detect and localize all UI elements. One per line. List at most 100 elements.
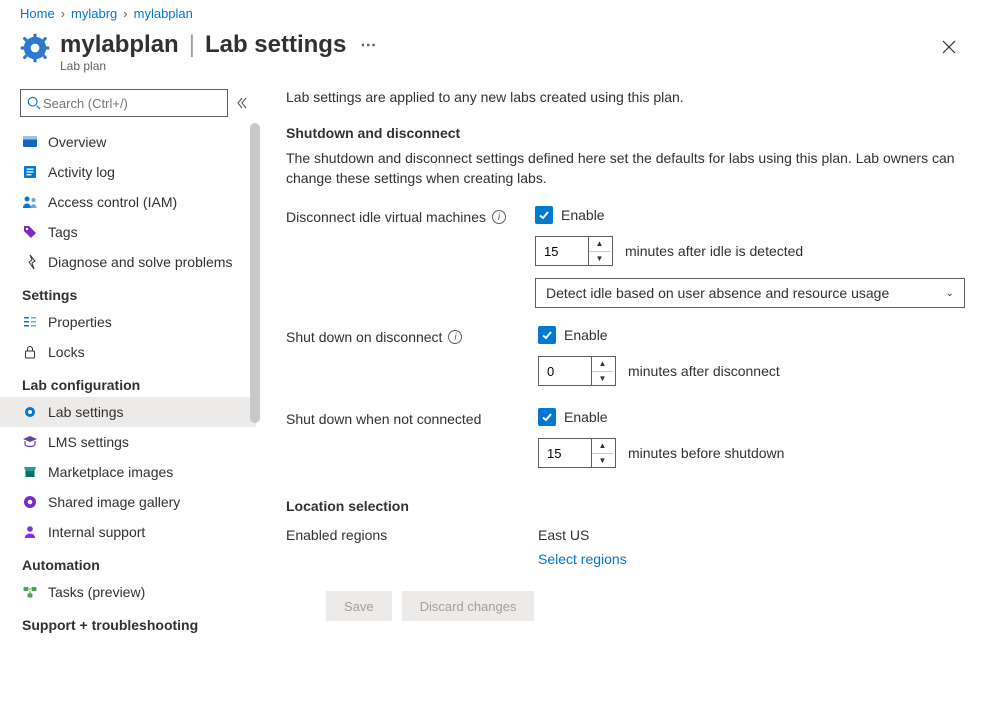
iam-icon <box>22 194 38 210</box>
tasks-icon <box>22 584 38 600</box>
sidebar-item-label: Diagnose and solve problems <box>48 254 232 270</box>
sidebar-item-label: Tasks (preview) <box>48 584 145 600</box>
sig-icon <box>22 494 38 510</box>
sidebar-item-locks[interactable]: Locks <box>0 337 256 367</box>
breadcrumb-item-rg[interactable]: mylabrg <box>71 6 117 21</box>
not-connected-minutes-spinner[interactable]: ▲ ▼ <box>538 438 616 468</box>
resource-name: mylabplan <box>60 31 179 59</box>
sidebar-item-label: LMS settings <box>48 434 129 450</box>
spinner-up-button[interactable]: ▲ <box>589 237 610 252</box>
page-title: Lab settings <box>205 31 346 59</box>
sidebar-item-label: Tags <box>48 224 78 240</box>
not-connected-minutes-suffix: minutes before shutdown <box>628 445 784 461</box>
breadcrumb: Home › mylabrg › mylabplan <box>0 0 985 21</box>
spinner-up-button[interactable]: ▲ <box>592 357 613 372</box>
spinner-up-button[interactable]: ▲ <box>592 439 613 454</box>
disconnect-minutes-spinner[interactable]: ▲ ▼ <box>538 356 616 386</box>
properties-icon <box>22 314 38 330</box>
lock-icon <box>22 344 38 360</box>
idle-minutes-spinner[interactable]: ▲ ▼ <box>535 236 613 266</box>
title-separator: | <box>189 31 195 59</box>
collapse-sidebar-button[interactable] <box>236 94 248 112</box>
search-input[interactable] <box>41 95 221 112</box>
sidebar-item-label: Shared image gallery <box>48 494 180 510</box>
sidebar-item-properties[interactable]: Properties <box>0 307 256 337</box>
breadcrumb-item-plan[interactable]: mylabplan <box>134 6 193 21</box>
idle-minutes-input[interactable] <box>536 237 588 265</box>
sidebar-item-label: Lab settings <box>48 404 124 420</box>
activity-log-icon <box>22 164 38 180</box>
spinner-down-button[interactable]: ▼ <box>589 252 610 266</box>
support-icon <box>22 524 38 540</box>
sidebar-item-label: Activity log <box>48 164 115 180</box>
shutdown-heading: Shutdown and disconnect <box>286 125 965 141</box>
search-box[interactable] <box>20 89 228 117</box>
select-regions-link[interactable]: Select regions <box>538 551 627 567</box>
sidebar-item-diagnose[interactable]: Diagnose and solve problems <box>0 247 256 277</box>
shutdown-not-connected-label: Shut down when not connected <box>286 411 481 427</box>
sidebar-item-lab-settings[interactable]: Lab settings <box>0 397 256 427</box>
sidebar-item-lms-settings[interactable]: LMS settings <box>0 427 256 457</box>
discard-changes-button[interactable]: Discard changes <box>402 591 535 621</box>
search-icon <box>27 96 41 110</box>
shutdown-not-connected-enable-checkbox[interactable] <box>538 408 556 426</box>
location-heading: Location selection <box>286 498 965 514</box>
chevron-right-icon: › <box>61 6 65 21</box>
sidebar-item-activity-log[interactable]: Activity log <box>0 157 256 187</box>
info-icon[interactable]: i <box>448 330 462 344</box>
sidebar-item-tags[interactable]: Tags <box>0 217 256 247</box>
info-icon[interactable]: i <box>492 210 506 224</box>
sidebar-item-label: Internal support <box>48 524 145 540</box>
spinner-down-button[interactable]: ▼ <box>592 372 613 386</box>
shutdown-disconnect-enable-checkbox[interactable] <box>538 326 556 344</box>
idle-detection-value: Detect idle based on user absence and re… <box>546 285 889 301</box>
tags-icon <box>22 224 38 240</box>
main-content: Lab settings are applied to any new labs… <box>256 83 985 704</box>
disconnect-idle-enable-checkbox[interactable] <box>535 206 553 224</box>
marketplace-icon <box>22 464 38 480</box>
sidebar-item-shared-image-gallery[interactable]: Shared image gallery <box>0 487 256 517</box>
sidebar-item-internal-support[interactable]: Internal support <box>0 517 256 547</box>
sidebar-item-access-control[interactable]: Access control (IAM) <box>0 187 256 217</box>
enable-label: Enable <box>564 327 608 343</box>
sidebar-item-label: Marketplace images <box>48 464 173 480</box>
enable-label: Enable <box>564 409 608 425</box>
chevron-down-icon: ⌄ <box>946 288 954 299</box>
sidebar-item-label: Access control (IAM) <box>48 194 177 210</box>
idle-minutes-suffix: minutes after idle is detected <box>625 243 803 259</box>
enable-label: Enable <box>561 207 605 223</box>
not-connected-minutes-input[interactable] <box>539 439 591 467</box>
more-button[interactable]: ⋯ <box>356 35 380 55</box>
sidebar-item-tasks[interactable]: Tasks (preview) <box>0 577 256 607</box>
resource-type-label: Lab plan <box>60 59 380 73</box>
bottom-bar: Save Discard changes <box>286 577 965 635</box>
chevron-right-icon: › <box>123 6 127 21</box>
close-button[interactable] <box>937 35 961 59</box>
disconnect-minutes-suffix: minutes after disconnect <box>628 363 780 379</box>
chevron-double-left-icon <box>236 97 248 109</box>
save-button[interactable]: Save <box>326 591 392 621</box>
sidebar-section-labconfig: Lab configuration <box>0 367 256 397</box>
idle-detection-select[interactable]: Detect idle based on user absence and re… <box>535 278 965 308</box>
gear-icon <box>22 404 38 420</box>
enabled-regions-label: Enabled regions <box>286 527 387 543</box>
check-icon <box>541 329 553 341</box>
spinner-down-button[interactable]: ▼ <box>592 454 613 468</box>
sidebar-item-marketplace-images[interactable]: Marketplace images <box>0 457 256 487</box>
disconnect-minutes-input[interactable] <box>539 357 591 385</box>
sidebar-item-label: Locks <box>48 344 85 360</box>
breadcrumb-item-home[interactable]: Home <box>20 6 55 21</box>
check-icon <box>541 411 553 423</box>
disconnect-idle-label: Disconnect idle virtual machines <box>286 209 486 225</box>
close-icon <box>942 40 956 54</box>
sidebar-item-overview[interactable]: Overview <box>0 127 256 157</box>
sidebar-item-label: Overview <box>48 134 106 150</box>
resource-icon <box>20 33 50 63</box>
sidebar-section-automation: Automation <box>0 547 256 577</box>
diagnose-icon <box>22 254 38 270</box>
sidebar-section-settings: Settings <box>0 277 256 307</box>
sidebar: Overview Activity log Access control (IA… <box>0 83 256 704</box>
intro-text: Lab settings are applied to any new labs… <box>286 89 965 105</box>
overview-icon <box>22 134 38 150</box>
shutdown-description: The shutdown and disconnect settings def… <box>286 149 965 188</box>
